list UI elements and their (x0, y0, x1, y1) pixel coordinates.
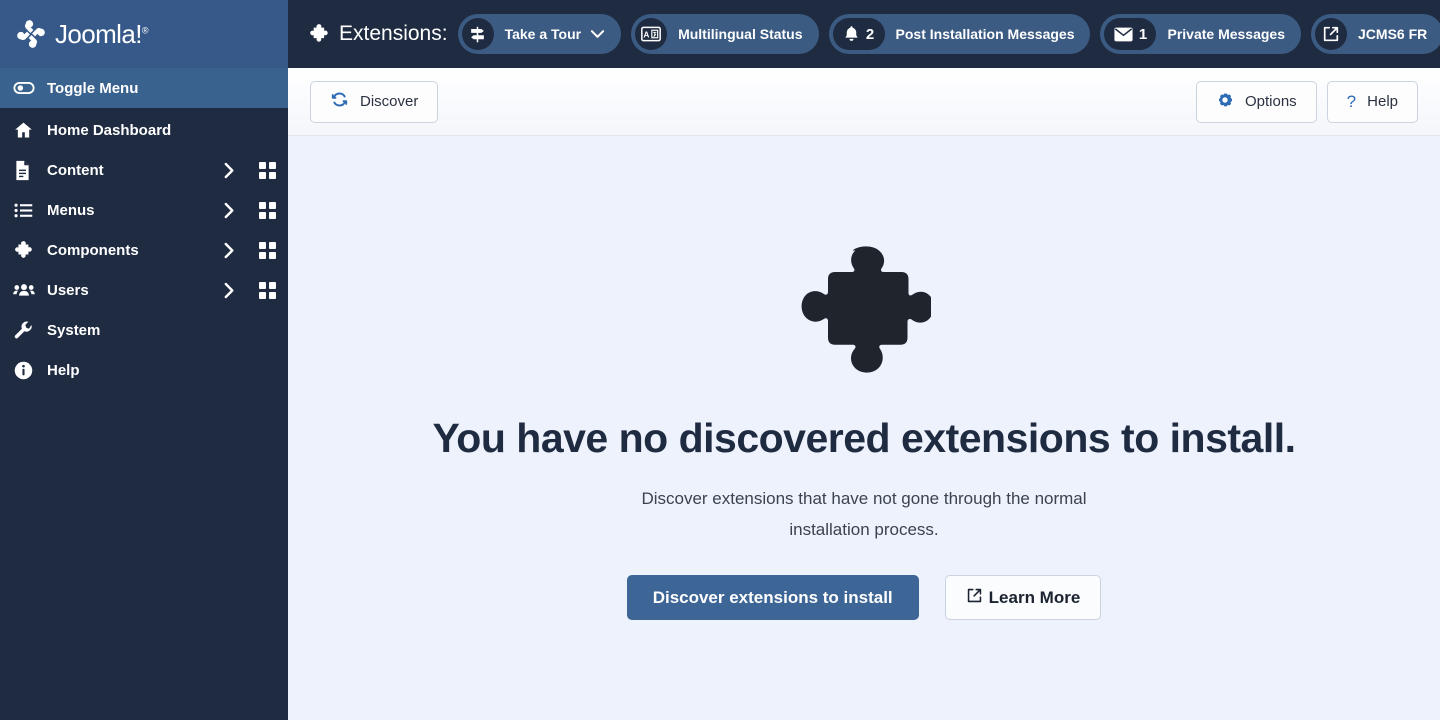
sidebar-item-label: Help (47, 361, 80, 379)
chevron-down-icon (590, 29, 605, 39)
empty-state-subtitle: Discover extensions that have not gone t… (641, 489, 1087, 539)
empty-state-title: You have no discovered extensions to ins… (432, 415, 1296, 461)
post-installation-messages-button[interactable]: 2 Post Installation Messages (828, 14, 1091, 54)
learn-more-label: Learn More (988, 587, 1081, 607)
take-a-tour-label: Take a Tour (504, 26, 582, 42)
info-circle-icon (13, 360, 39, 381)
puzzle-icon (13, 240, 39, 261)
content-area: You have no discovered extensions to ins… (288, 136, 1440, 720)
site-link-button[interactable]: JCMS6 FR (1311, 14, 1440, 54)
multilingual-status-label: Multilingual Status (678, 26, 803, 42)
document-icon (13, 160, 39, 181)
grid-icon[interactable] (246, 161, 288, 179)
take-a-tour-button[interactable]: Take a Tour (457, 14, 622, 54)
help-label: Help (1367, 93, 1398, 110)
grid-icon[interactable] (246, 241, 288, 259)
joomla-admin-window: Joomla!® Toggle Menu Home Dashboard Cont… (0, 0, 1440, 720)
empty-state-actions: Discover extensions to install Learn Mor… (626, 575, 1102, 621)
question-mark-icon: ? (1346, 91, 1357, 111)
site-link-label: JCMS6 FR (1358, 26, 1428, 42)
page-title: Extensions: (308, 22, 448, 46)
options-label: Options (1244, 93, 1297, 110)
sidebar-item-label: Users (47, 281, 89, 299)
chevron-right-icon[interactable] (212, 202, 246, 219)
discover-label: Discover (360, 93, 419, 110)
chevron-right-icon[interactable] (212, 242, 246, 259)
users-icon (13, 280, 39, 301)
external-link-icon (966, 587, 983, 609)
bell-icon-with-count: 2 (832, 18, 885, 50)
joomla-logo-icon (14, 17, 48, 51)
refresh-icon (330, 90, 349, 113)
top-header-bar: Extensions: Take a Tour A Multilingual S… (288, 0, 1440, 68)
envelope-icon-with-count: 1 (1104, 18, 1157, 50)
wrench-icon (13, 320, 39, 341)
discover-extensions-to-install-button[interactable]: Discover extensions to install (626, 575, 919, 621)
toggle-switch-icon (13, 77, 39, 99)
translate-icon: A (635, 18, 668, 50)
sidebar-item-menus[interactable]: Menus (0, 190, 288, 230)
sidebar: Joomla!® Toggle Menu Home Dashboard Cont… (0, 0, 288, 720)
puzzle-piece-icon (797, 244, 934, 389)
brand-logo-area[interactable]: Joomla!® (0, 0, 288, 68)
options-button[interactable]: Options (1195, 80, 1317, 123)
brand-name: Joomla!® (55, 18, 148, 49)
puzzle-icon (308, 23, 330, 45)
sidebar-item-label: Menus (47, 201, 95, 219)
toggle-menu-button[interactable]: Toggle Menu (0, 68, 288, 108)
private-messages-button[interactable]: 1 Private Messages (1100, 14, 1302, 54)
gear-icon (1216, 91, 1234, 113)
sidebar-item-label: Content (47, 161, 104, 179)
private-messages-label: Private Messages (1167, 26, 1286, 42)
toggle-menu-label: Toggle Menu (47, 79, 139, 97)
grid-icon[interactable] (246, 201, 288, 219)
home-icon (13, 120, 39, 141)
sidebar-item-system[interactable]: System (0, 310, 288, 350)
sidebar-item-label: Components (47, 241, 139, 259)
multilingual-status-button[interactable]: A Multilingual Status (631, 14, 819, 54)
private-messages-count: 1 (1138, 25, 1148, 43)
sidebar-nav: Home Dashboard Content Menus Components … (0, 108, 288, 390)
external-link-icon (1315, 18, 1348, 50)
toolbar: Discover Options ? Help (288, 68, 1440, 136)
sidebar-item-label: System (47, 321, 101, 339)
sidebar-item-label: Home Dashboard (47, 121, 172, 139)
sidebar-item-components[interactable]: Components (0, 230, 288, 270)
post-installation-messages-label: Post Installation Messages (895, 26, 1075, 42)
list-icon (13, 200, 39, 221)
page-title-text: Extensions: (339, 22, 448, 45)
grid-icon[interactable] (246, 281, 288, 299)
sidebar-item-help[interactable]: Help (0, 350, 288, 390)
sidebar-item-home-dashboard[interactable]: Home Dashboard (0, 110, 288, 150)
discover-button[interactable]: Discover (310, 80, 439, 123)
main-area: Extensions: Take a Tour A Multilingual S… (288, 0, 1440, 720)
svg-text:A: A (643, 29, 649, 39)
post-installation-count: 2 (865, 25, 875, 43)
signpost-icon (461, 18, 494, 50)
help-button[interactable]: ? Help (1326, 80, 1418, 123)
sidebar-item-content[interactable]: Content (0, 150, 288, 190)
learn-more-button[interactable]: Learn More (944, 575, 1102, 621)
sidebar-item-users[interactable]: Users (0, 270, 288, 310)
chevron-right-icon[interactable] (212, 162, 246, 179)
chevron-right-icon[interactable] (212, 282, 246, 299)
